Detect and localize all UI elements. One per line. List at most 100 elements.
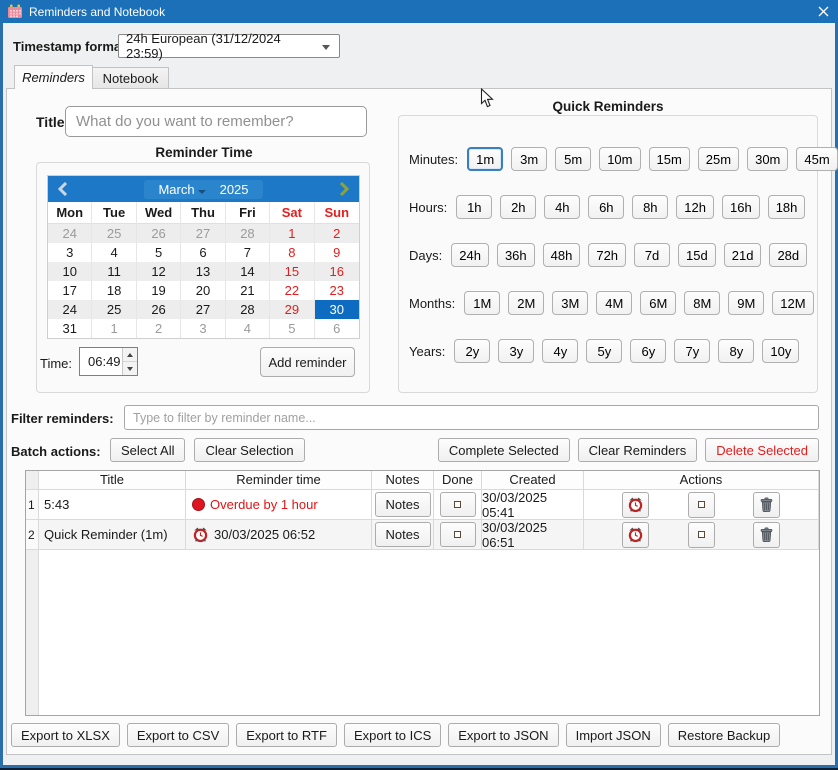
calendar-day-cell[interactable]: 22 — [270, 281, 315, 300]
batch-button-clear-reminders[interactable]: Clear Reminders — [577, 438, 698, 462]
quick-button-25m[interactable]: 25m — [697, 147, 740, 171]
quick-button-4y[interactable]: 4y — [542, 339, 579, 363]
batch-button-delete-selected[interactable]: Delete Selected — [705, 438, 819, 462]
calendar-day-cell[interactable]: 1 — [270, 224, 315, 243]
calendar-day-cell[interactable]: 2 — [137, 319, 182, 338]
calendar-day-cell[interactable]: 8 — [270, 243, 315, 262]
quick-button-18h[interactable]: 18h — [767, 195, 806, 219]
footer-button-export-to-csv[interactable]: Export to CSV — [126, 723, 230, 747]
quick-button-8h[interactable]: 8h — [632, 195, 669, 219]
quick-button-4h[interactable]: 4h — [544, 195, 581, 219]
quick-button-3M[interactable]: 3M — [552, 291, 589, 315]
calendar-day-cell[interactable]: 17 — [48, 281, 93, 300]
calendar-day-cell[interactable]: 9 — [315, 243, 359, 262]
footer-button-restore-backup[interactable]: Restore Backup — [667, 723, 781, 747]
quick-button-2y[interactable]: 2y — [454, 339, 491, 363]
calendar-day-cell[interactable]: 13 — [181, 262, 226, 281]
calendar-day-cell[interactable]: 14 — [226, 262, 271, 281]
batch-button-clear-selection[interactable]: Clear Selection — [194, 438, 305, 462]
quick-button-48h[interactable]: 48h — [542, 243, 581, 267]
quick-button-15d[interactable]: 15d — [678, 243, 716, 267]
spin-up-button[interactable] — [123, 348, 137, 362]
calendar-day-cell[interactable]: 23 — [315, 281, 359, 300]
time-spin-buttons[interactable] — [122, 348, 137, 375]
calendar-day-cell[interactable]: 15 — [270, 262, 315, 281]
table-row[interactable]: 1 5:43 Overdue by 1 hour Notes 30/03/2025 05… — [26, 490, 819, 520]
action-done-button[interactable] — [687, 491, 715, 518]
quick-button-6h[interactable]: 6h — [588, 195, 625, 219]
calendar-day-cell[interactable]: 25 — [92, 300, 137, 319]
calendar-day-cell[interactable]: 28 — [226, 224, 271, 243]
quick-button-7y[interactable]: 7y — [674, 339, 711, 363]
quick-button-6M[interactable]: 6M — [640, 291, 677, 315]
calendar-prev-button[interactable] — [48, 176, 78, 202]
quick-button-12M[interactable]: 12M — [772, 291, 814, 315]
quick-button-9M[interactable]: 9M — [728, 291, 765, 315]
calendar-next-button[interactable] — [329, 176, 359, 202]
calendar-day-cell[interactable]: 2 — [315, 224, 359, 243]
calendar-day-cell[interactable]: 27 — [181, 224, 226, 243]
calendar-day-cell[interactable]: 25 — [92, 224, 137, 243]
calendar-day-cell[interactable]: 3 — [48, 243, 93, 262]
spin-down-button[interactable] — [123, 362, 137, 375]
footer-button-export-to-ics[interactable]: Export to ICS — [343, 723, 442, 747]
calendar-day-cell[interactable]: 11 — [92, 262, 137, 281]
calendar-day-cell[interactable]: 6 — [181, 243, 226, 262]
calendar-day-cell[interactable]: 28 — [226, 300, 271, 319]
time-spinner[interactable]: 06:49 — [79, 347, 138, 376]
quick-button-5m[interactable]: 5m — [555, 147, 592, 171]
calendar-day-cell[interactable]: 26 — [137, 300, 182, 319]
calendar-day-cell[interactable]: 1 — [92, 319, 137, 338]
action-delete-button[interactable] — [752, 521, 780, 548]
quick-button-8y[interactable]: 8y — [718, 339, 755, 363]
action-alarm-button[interactable] — [622, 521, 650, 548]
calendar-day-cell[interactable]: 12 — [137, 262, 182, 281]
calendar-day-cell[interactable]: 16 — [315, 262, 359, 281]
quick-button-16h[interactable]: 16h — [722, 195, 760, 219]
calendar-day-cell[interactable]: 4 — [92, 243, 137, 262]
quick-button-30m[interactable]: 30m — [747, 147, 789, 171]
calendar-day-cell[interactable]: 5 — [137, 243, 182, 262]
footer-button-export-to-json[interactable]: Export to JSON — [448, 723, 559, 747]
calendar-day-cell[interactable]: 4 — [226, 319, 271, 338]
quick-button-5y[interactable]: 5y — [586, 339, 623, 363]
notes-button[interactable]: Notes — [374, 492, 431, 517]
table-row[interactable]: 2 Quick Reminder (1m) 30/03/2025 06:52 Note… — [26, 520, 819, 550]
action-alarm-button[interactable] — [622, 491, 650, 518]
quick-button-6y[interactable]: 6y — [630, 339, 667, 363]
calendar-year[interactable]: 2025 — [220, 182, 249, 197]
tab-reminders[interactable]: Reminders — [14, 65, 93, 89]
calendar-day-cell[interactable]: 19 — [137, 281, 182, 300]
calendar-day-cell[interactable]: 21 — [226, 281, 271, 300]
calendar-day-cell[interactable]: 7 — [226, 243, 271, 262]
reminder-title-input[interactable] — [65, 106, 367, 137]
quick-button-15m[interactable]: 15m — [648, 147, 690, 171]
close-button[interactable] — [808, 0, 838, 23]
action-delete-button[interactable] — [752, 491, 780, 518]
quick-button-45m[interactable]: 45m — [796, 147, 838, 171]
done-checkbox-button[interactable] — [439, 492, 476, 517]
footer-button-export-to-xlsx[interactable]: Export to XLSX — [11, 723, 120, 747]
calendar-day-cell[interactable]: 27 — [181, 300, 226, 319]
calendar-day-cell[interactable]: 6 — [315, 319, 359, 338]
calendar-day-cell[interactable]: 3 — [181, 319, 226, 338]
calendar-day-cell[interactable]: 24 — [48, 224, 93, 243]
calendar-month[interactable]: March — [158, 182, 194, 197]
calendar-day-cell[interactable]: 26 — [137, 224, 182, 243]
quick-button-3m[interactable]: 3m — [511, 147, 548, 171]
calendar-day-cell[interactable]: 24 — [48, 300, 93, 319]
quick-button-28d[interactable]: 28d — [769, 243, 808, 267]
action-done-button[interactable] — [687, 521, 715, 548]
notes-button[interactable]: Notes — [374, 522, 431, 547]
quick-button-1h[interactable]: 1h — [456, 195, 493, 219]
calendar-day-cell[interactable]: 30 — [314, 300, 359, 319]
quick-button-8M[interactable]: 8M — [684, 291, 721, 315]
tab-notebook[interactable]: Notebook — [92, 67, 169, 89]
add-reminder-button[interactable]: Add reminder — [260, 347, 355, 377]
calendar-day-cell[interactable]: 31 — [48, 319, 93, 338]
quick-button-3y[interactable]: 3y — [498, 339, 535, 363]
quick-button-21d[interactable]: 21d — [723, 243, 762, 267]
quick-button-1M[interactable]: 1M — [464, 291, 501, 315]
quick-button-12h[interactable]: 12h — [676, 195, 714, 219]
batch-button-select-all[interactable]: Select All — [110, 438, 186, 462]
